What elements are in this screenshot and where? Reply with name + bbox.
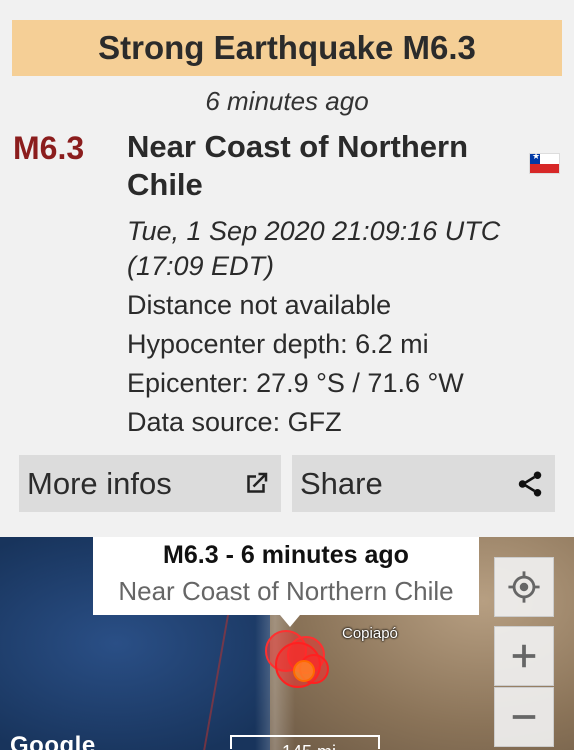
quake-marker-cluster[interactable] bbox=[258, 629, 348, 699]
zoom-in-icon bbox=[512, 644, 536, 668]
event-date-utc: Tue, 1 Sep 2020 21:09:16 UTC bbox=[127, 216, 501, 246]
magnitude-label: M6.3 bbox=[13, 130, 85, 166]
zoom-out-icon bbox=[512, 715, 536, 719]
open-external-icon bbox=[247, 472, 268, 493]
share-button[interactable]: Share bbox=[292, 455, 555, 512]
city-label: Copiapó bbox=[342, 625, 398, 642]
map-info-window[interactable]: M6.3 - 6 minutes ago Near Coast of North… bbox=[93, 537, 479, 615]
info-window-title: M6.3 - 6 minutes ago bbox=[163, 541, 409, 569]
share-label: Share bbox=[300, 465, 383, 501]
chile-flag-icon: ★ bbox=[529, 151, 560, 174]
zoom-in-button[interactable] bbox=[494, 626, 554, 686]
distance-text: Distance not available bbox=[127, 290, 392, 320]
data-source-text: Data source: GFZ bbox=[127, 407, 342, 437]
scale-label: 145 mi bbox=[282, 742, 336, 750]
zoom-out-button[interactable] bbox=[494, 687, 554, 747]
info-window-pointer bbox=[280, 615, 300, 627]
event-date-local: (17:09 EDT) bbox=[127, 251, 275, 281]
region-title: Near Coast of Northern Chile bbox=[127, 129, 469, 202]
time-ago: 6 minutes ago bbox=[205, 86, 369, 116]
share-icon bbox=[518, 471, 542, 496]
quake-marker-main bbox=[293, 660, 315, 682]
earthquake-card: Strong Earthquake M6.3 6 minutes ago M6.… bbox=[0, 0, 574, 528]
locate-icon bbox=[508, 571, 540, 603]
event-details: Tue, 1 Sep 2020 21:09:16 UTC (17:09 EDT)… bbox=[127, 214, 547, 442]
more-infos-label: More infos bbox=[27, 465, 172, 501]
depth-text: Hypocenter depth: 6.2 mi bbox=[127, 329, 429, 359]
alert-banner: Strong Earthquake M6.3 bbox=[12, 20, 562, 76]
info-window-subtitle: Near Coast of Northern Chile bbox=[118, 576, 454, 606]
more-infos-button[interactable]: More infos bbox=[19, 455, 281, 512]
event-date: Tue, 1 Sep 2020 21:09:16 UTC (17:09 EDT) bbox=[127, 214, 547, 284]
epicenter-text: Epicenter: 27.9 °S / 71.6 °W bbox=[127, 368, 464, 398]
my-location-button[interactable] bbox=[494, 557, 554, 617]
earthquake-map[interactable]: Copiapó M6.3 - 6 minutes ago Near Coast … bbox=[0, 537, 574, 750]
google-attribution: Google bbox=[10, 732, 96, 750]
